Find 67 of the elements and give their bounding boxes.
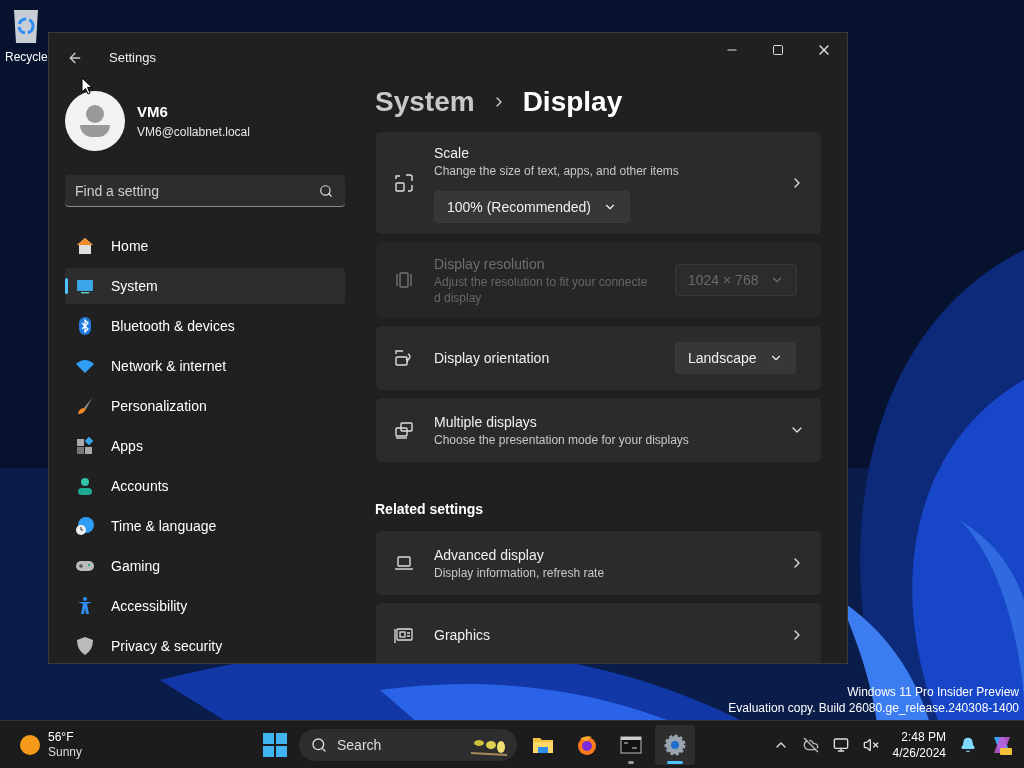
nav-item[interactable]: Time & language [65,508,345,544]
setting-title: Scale [434,144,471,163]
weather-temperature[interactable]: 56°F [48,729,83,745]
laptop-icon [394,553,414,573]
nav-item[interactable]: System [65,268,345,304]
setting-description: Display information, refresh rate [434,565,606,581]
mouse-cursor-icon [81,77,93,95]
section-heading: Related settings [375,500,485,519]
display-setting-icon [394,270,414,290]
clock-date[interactable]: 4/26/2024 [892,744,946,761]
nav-icon [75,636,95,656]
avatar [65,91,125,151]
setting-title: Display resolution [434,255,546,274]
nav-item[interactable]: Network & internet [65,348,345,384]
selection-indicator [65,278,68,294]
setting-title: Multiple displays [434,413,538,432]
setting-card[interactable]: Scale Change the size of text, apps, and other items 100% (Recommended) [375,131,822,235]
setting-description: Choose the presentation mode for your displays [434,432,690,448]
volume-muted-icon[interactable] [862,736,879,753]
setting-card[interactable]: Display orientation Landscape [375,325,822,391]
taskbar-app[interactable] [655,724,695,765]
clock-time[interactable]: 2:48 PM [901,728,946,745]
dropdown[interactable]: Landscape [675,342,796,374]
desktop-icon-label[interactable]: Recycle [5,48,48,66]
nav-item[interactable]: Accessibility [65,588,345,624]
nav-item[interactable]: Accounts [65,468,345,504]
breadcrumb-item[interactable]: System [375,81,475,123]
nav-item[interactable]: Personalization [65,388,345,424]
search-icon [319,184,333,198]
dropdown[interactable]: 100% (Recommended) [434,191,630,223]
nav-item[interactable]: Gaming [65,548,345,584]
setting-card[interactable]: Advanced display Display information, refresh rate [375,530,822,596]
setting-description: Adjust the resolution to fit your connecte d display [434,274,649,306]
nav-icon [75,516,95,536]
window-title: Settings [109,49,156,68]
taskbar-search-box[interactable]: Search [299,728,517,761]
nav-item[interactable]: Bluetooth & devices [65,308,345,344]
sun-icon[interactable] [20,734,40,755]
nav-icon [75,236,95,256]
setting-card[interactable]: Graphics [375,602,822,663]
gear-icon [663,732,687,757]
graphics-card-icon [394,625,414,645]
search-icon [311,736,327,753]
weather-condition[interactable]: Sunny [48,744,83,760]
cloud-off-icon[interactable] [802,736,819,753]
setting-title: Display orientation [434,349,551,368]
setting-description: Change the size of text, apps, and other items [434,163,680,179]
setting-title: Advanced display [434,546,545,565]
nav-icon [75,436,95,456]
nav-item[interactable]: Apps [65,428,345,464]
nav-item[interactable]: Privacy & security [65,628,345,663]
settings-search-field[interactable]: Find a setting [65,175,345,207]
nav-icon [75,476,95,496]
edition-text: Evaluation copy. Build 26080.ge_release.240308-1400 [728,700,1019,716]
display-setting-icon [394,420,414,440]
network-icon[interactable] [832,736,849,753]
display-setting-icon [394,348,414,368]
breadcrumb-item: Display [522,85,623,119]
maximize-icon [772,44,784,56]
setting-card[interactable]: Multiple displays Choose the presentation mode for your displays [375,397,822,463]
setting-title: Graphics [434,626,492,645]
profile-email: VM6@collabnet.local [137,124,250,142]
nav-item[interactable]: Home [65,228,345,264]
display-setting-icon [394,173,414,193]
profile-name: VM6 [137,101,169,122]
notification-bell-icon[interactable] [960,736,976,753]
start-button[interactable] [261,730,289,759]
